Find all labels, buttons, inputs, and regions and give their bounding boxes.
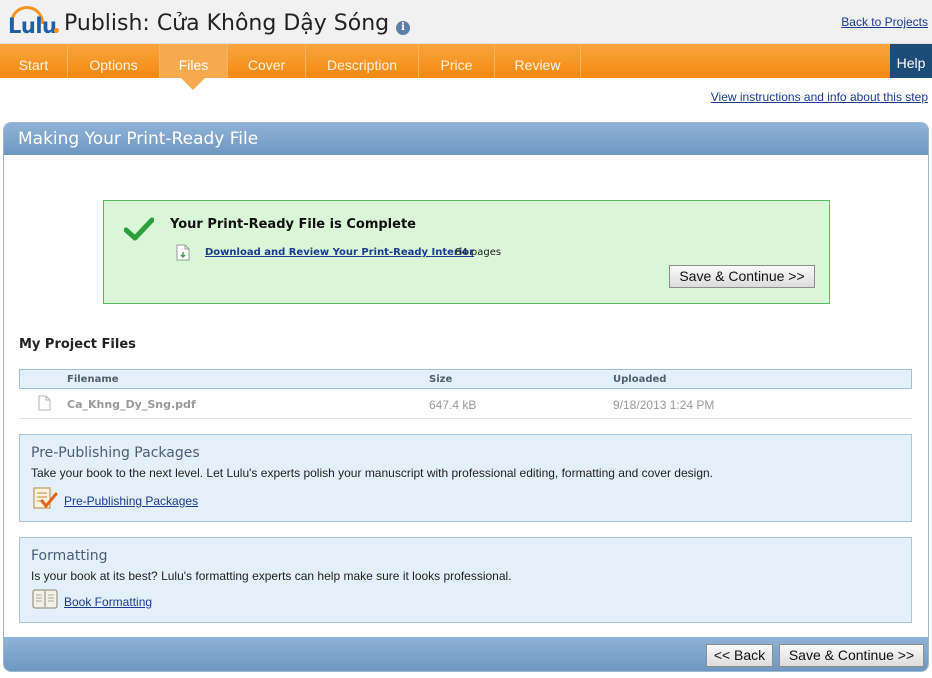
pre-publishing-packages-link[interactable]: Pre-Publishing Packages <box>64 494 198 508</box>
logo-text: Lulu <box>8 14 57 38</box>
save-continue-button[interactable]: Save & Continue >> <box>669 265 815 288</box>
panel-footer: << Back Save & Continue >> <box>4 637 928 671</box>
column-filename[interactable]: Filename <box>67 374 119 385</box>
logo-dot <box>54 28 59 33</box>
checklist-icon <box>33 487 58 509</box>
book-formatting-link[interactable]: Book Formatting <box>64 595 152 609</box>
success-box: Your Print-Ready File is Complete Downlo… <box>103 200 830 304</box>
panel-header: Making Your Print-Ready File <box>4 123 928 155</box>
table-row[interactable]: Ca_Khng_Dy_Sng.pdf 647.4 kB 9/18/2013 1:… <box>19 391 912 419</box>
lulu-logo[interactable]: Lulu <box>8 6 59 40</box>
download-interior-link[interactable]: Download and Review Your Print-Ready Int… <box>205 247 474 258</box>
back-button[interactable]: << Back <box>706 644 773 667</box>
view-instructions-link[interactable]: View instructions and info about this st… <box>711 90 928 104</box>
files-table-header: Filename Size Uploaded <box>19 369 912 389</box>
tab-cover[interactable]: Cover <box>228 44 306 78</box>
promo-title: Formatting <box>31 548 108 564</box>
file-icon <box>38 395 51 411</box>
main-panel: Making Your Print-Ready File Your Print-… <box>3 122 929 672</box>
panel-title: Making Your Print-Ready File <box>18 129 259 149</box>
file-name: Ca_Khng_Dy_Sng.pdf <box>67 398 196 411</box>
tab-options[interactable]: Options <box>68 44 160 78</box>
file-uploaded: 9/18/2013 1:24 PM <box>613 398 715 412</box>
save-continue-footer-button[interactable]: Save & Continue >> <box>779 644 924 667</box>
project-files-heading: My Project Files <box>19 337 136 352</box>
active-tab-caret <box>181 78 205 90</box>
formatting-promo: Formatting Is your book at its best? Lul… <box>19 537 912 623</box>
promo-text: Take your book to the next level. Let Lu… <box>31 466 713 480</box>
tab-price[interactable]: Price <box>419 44 495 78</box>
tab-files[interactable]: Files <box>160 44 228 78</box>
pre-publishing-promo: Pre-Publishing Packages Take your book t… <box>19 434 912 522</box>
promo-text: Is your book at its best? Lulu's formatt… <box>31 569 512 583</box>
page-count: 84 pages <box>455 247 502 258</box>
step-navigation: Start Options Files Cover Description Pr… <box>0 44 932 78</box>
promo-title: Pre-Publishing Packages <box>31 445 200 461</box>
info-icon[interactable]: i <box>396 21 410 35</box>
success-title: Your Print-Ready File is Complete <box>170 217 416 232</box>
page-title: Publish: Cửa Không Dậy Sóng <box>64 11 390 36</box>
column-size[interactable]: Size <box>429 374 452 385</box>
tab-start[interactable]: Start <box>0 44 68 78</box>
checkmark-icon <box>124 217 154 241</box>
tab-review[interactable]: Review <box>495 44 581 78</box>
help-button[interactable]: Help <box>890 44 932 78</box>
column-uploaded[interactable]: Uploaded <box>613 374 666 385</box>
tab-description[interactable]: Description <box>306 44 419 78</box>
top-header: Lulu Publish: Cửa Không Dậy Sóng i Back … <box>0 0 932 44</box>
document-download-icon <box>176 244 190 261</box>
back-to-projects-link[interactable]: Back to Projects <box>841 15 928 29</box>
file-size: 647.4 kB <box>429 398 477 412</box>
book-icon <box>32 589 58 609</box>
